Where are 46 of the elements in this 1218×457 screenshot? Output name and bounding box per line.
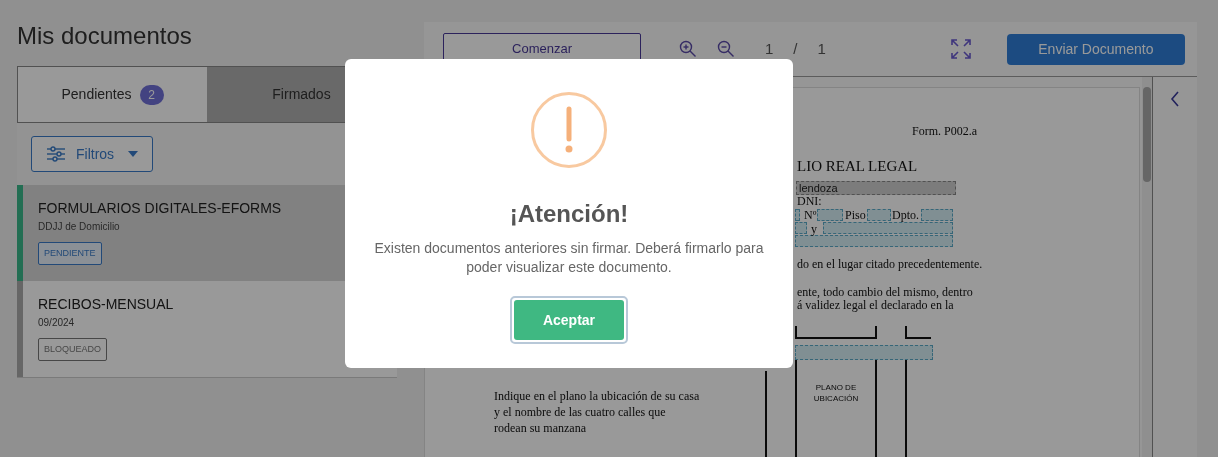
form-field[interactable] [867,209,891,221]
document-text: Nº [804,208,817,222]
document-text: Indique en el plano la ubicación de su casa [494,389,700,403]
form-field[interactable] [795,222,807,234]
fullscreen-icon[interactable] [950,39,971,59]
document-text: y el nombre de las cuatro calles que [494,405,666,419]
form-field[interactable] [921,209,953,221]
zoom-in-icon[interactable] [679,40,697,58]
document-title: RECIBOS-MENSUAL [38,295,175,313]
document-text: do en el lugar citado precedentemente. [797,257,983,271]
document-text: rodean su manzana [494,421,586,435]
document-subtitle: 09/2024 [38,317,76,329]
zoom-out-icon[interactable] [717,40,735,58]
document-text: Piso [845,208,866,222]
form-field: lendoza [796,181,956,195]
scrollbar[interactable] [1142,77,1152,457]
dialog-title: ¡Atención! [509,199,629,229]
document-heading: LIO REAL LEGAL [797,157,918,176]
status-badge: BLOQUEADO [38,338,107,361]
accept-button[interactable]: Aceptar [514,300,624,340]
page-count: 1 [817,38,826,59]
page-separator: / [793,38,798,59]
caret-icon [128,151,139,157]
document-title: FORMULARIOS DIGITALES-EFORMS [38,199,283,217]
form-field[interactable] [795,235,953,247]
filter-button[interactable]: Filtros [31,136,154,172]
warning-icon [530,91,608,169]
document-text: ente, todo cambio del mismo, dentro [797,285,973,299]
document-text: Dpto. [892,208,919,222]
form-field[interactable] [817,209,843,221]
document-text: Form. P002.a [912,123,977,140]
document-subtitle: DDJJ de Domicilio [38,221,121,233]
document-text: y [811,222,817,236]
document-text: DNI: [797,194,822,208]
form-field[interactable] [823,222,953,234]
page-number: 1 [765,38,774,59]
document-text: á validez legal el declarado en la [797,298,954,312]
chevron-left-icon[interactable] [1170,91,1180,107]
status-badge: PENDIENTE [38,242,102,265]
send-document-button[interactable]: Enviar Documento [1006,33,1185,65]
form-field[interactable] [795,345,933,360]
page-title: Mis documentos [17,21,193,51]
form-field[interactable] [795,209,800,221]
sliders-icon [46,146,66,162]
map-label: PLANO DE UBICACIÓN [812,382,860,404]
count-badge: 2 [139,84,164,105]
